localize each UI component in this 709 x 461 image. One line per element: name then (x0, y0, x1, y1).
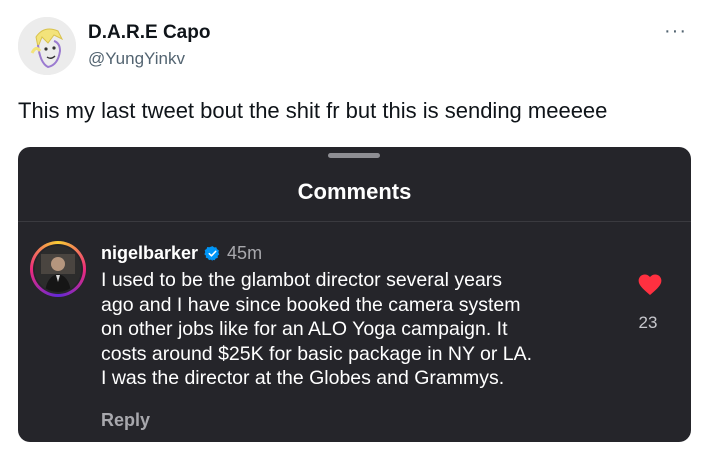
comment-header: nigelbarker 45m (101, 243, 262, 264)
comments-sheet-title: Comments (297, 179, 412, 204)
comment-line: I was the director at the Globes and Gra… (101, 367, 505, 389)
author-handle[interactable]: @YungYinkv (88, 49, 185, 69)
heart-filled-icon (638, 274, 662, 296)
verified-badge-icon (204, 246, 220, 261)
author-avatar[interactable] (18, 17, 76, 75)
comment-time: 45m (227, 243, 263, 263)
author-name[interactable]: D.A.R.E Capo (88, 22, 210, 44)
comment-line: ago and I have since booked the camera s… (101, 293, 521, 316)
sheet-divider (18, 221, 691, 222)
cartoon-avatar-icon (18, 17, 76, 75)
commenter-photo-icon (35, 246, 81, 292)
comment-body: I used to be the glambot director severa… (101, 268, 611, 391)
comment-reply-button: Reply (101, 410, 151, 430)
comment-line: costs around $25K for basic package in N… (101, 342, 533, 365)
like-count: 23 (638, 313, 658, 332)
comment-username: nigelbarker (101, 243, 199, 263)
comment-line: on other jobs like for an ALO Yoga campa… (101, 318, 508, 340)
more-horizontal-icon[interactable]: ··· (664, 20, 687, 43)
tweet-media-image[interactable]: Comments nigelbarker 45m I used to be th… (18, 147, 691, 442)
comment-line: I used to be the glambot director severa… (101, 269, 503, 291)
commenter-avatar (30, 241, 86, 297)
tweet-text: This my last tweet bout the shit fr but … (18, 98, 608, 123)
sheet-grabber (328, 153, 380, 158)
